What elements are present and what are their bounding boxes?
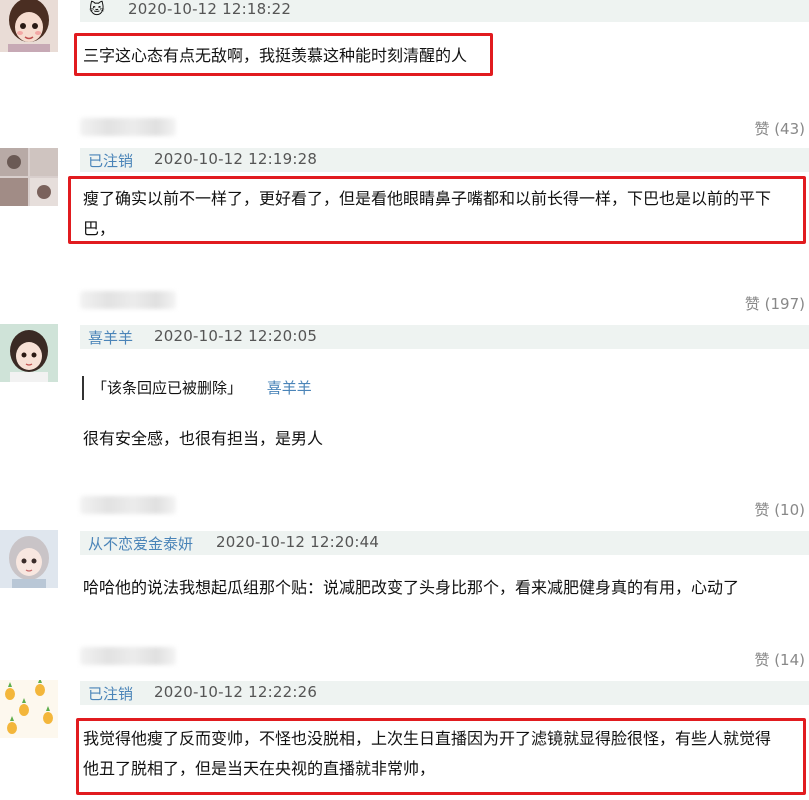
collage-avatar-icon bbox=[0, 148, 58, 206]
comment-text-line-2: 巴， bbox=[83, 219, 116, 238]
like-button[interactable]: 赞 (10) bbox=[754, 499, 805, 520]
comment-header: 喜羊羊 2020-10-12 12:20:05 bbox=[80, 325, 809, 349]
blurred-reply-user bbox=[80, 118, 176, 136]
like-button[interactable]: 赞 (43) bbox=[754, 118, 805, 139]
comment-header: 已注销 2020-10-12 12:22:26 bbox=[80, 681, 809, 705]
like-button[interactable]: 赞 (14) bbox=[754, 649, 805, 670]
avatar[interactable] bbox=[0, 148, 58, 206]
blurred-reply-user bbox=[80, 291, 176, 309]
like-button[interactable]: 赞 (197) bbox=[745, 293, 805, 314]
avatar[interactable] bbox=[0, 530, 58, 588]
girl-avatar-icon bbox=[0, 530, 58, 588]
pineapple-avatar-icon bbox=[0, 680, 58, 738]
timestamp: 2020-10-12 12:19:28 bbox=[154, 150, 318, 168]
comment-text: 三字这心态有点无敌啊，我挺羡慕这种能时刻清醒的人 bbox=[83, 46, 468, 65]
comment-text: 哈哈他的说法我想起瓜组那个贴：说减肥改变了头身比那个，看来减肥健身真的有用，心动… bbox=[83, 578, 740, 597]
timestamp: 2020-10-12 12:22:26 bbox=[154, 683, 318, 701]
blurred-reply-user bbox=[80, 496, 176, 514]
quoted-reply: 「该条回应已被删除」 喜羊羊 bbox=[82, 376, 312, 400]
timestamp: 2020-10-12 12:20:05 bbox=[154, 327, 318, 345]
comment-text-line-2: 他丑了脱相了，但是当天在央视的直播就非常帅， bbox=[83, 759, 436, 778]
avatar[interactable] bbox=[0, 324, 58, 382]
quoted-username[interactable]: 喜羊羊 bbox=[267, 379, 312, 397]
avatar[interactable] bbox=[0, 680, 58, 738]
comment-text-line-1: 我觉得他瘦了反而变帅，不怪也没脱相，上次生日直播因为开了滤镜就显得脸很怪，有些人… bbox=[83, 729, 772, 748]
comment-header: 🐱 2020-10-12 12:18:22 bbox=[80, 0, 809, 22]
username[interactable]: 喜羊羊 bbox=[88, 327, 133, 348]
comment-header: 已注销 2020-10-12 12:19:28 bbox=[80, 148, 809, 172]
girl-avatar-icon bbox=[0, 0, 58, 52]
username[interactable]: 已注销 bbox=[88, 150, 133, 171]
username[interactable]: 已注销 bbox=[88, 683, 133, 704]
timestamp: 2020-10-12 12:18:22 bbox=[128, 0, 292, 18]
timestamp: 2020-10-12 12:20:44 bbox=[216, 533, 380, 551]
cat-emoji-icon: 🐱 bbox=[89, 0, 105, 18]
avatar[interactable] bbox=[0, 0, 58, 52]
username[interactable]: 从不恋爱金泰妍 bbox=[88, 533, 193, 554]
highlight-box bbox=[68, 176, 806, 244]
comment-text: 很有安全感，也很有担当，是男人 bbox=[83, 429, 324, 448]
girl-avatar-icon bbox=[0, 324, 58, 382]
comment-header: 从不恋爱金泰妍 2020-10-12 12:20:44 bbox=[80, 531, 809, 555]
comment-text-line-1: 瘦了确实以前不一样了，更好看了，但是看他眼睛鼻子嘴都和以前长得一样，下巴也是以前… bbox=[83, 189, 772, 208]
blurred-reply-user bbox=[80, 647, 176, 665]
quoted-text: 「该条回应已被删除」 bbox=[92, 379, 243, 397]
